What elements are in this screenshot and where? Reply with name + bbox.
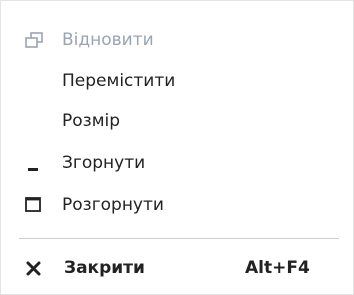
menu-item-move[interactable]: Перемістити — [1, 62, 353, 102]
menu-item-maximize-label: Розгорнути — [62, 195, 164, 215]
restore-icon — [25, 32, 43, 48]
menu-item-minimize[interactable]: Згорнути — [1, 144, 353, 184]
menu-item-restore-label: Відновити — [62, 30, 154, 50]
menu-item-close-shortcut: Alt+F4 — [245, 258, 310, 278]
menu-item-close-label: Закрити — [64, 258, 145, 278]
maximize-icon — [25, 197, 41, 212]
menu-item-close[interactable]: Закрити Alt+F4 — [1, 249, 353, 289]
menu-item-move-label: Перемістити — [62, 71, 176, 91]
menu-item-size[interactable]: Розмір — [1, 102, 353, 142]
menu-item-minimize-label: Згорнути — [62, 153, 146, 173]
menu-item-restore[interactable]: Відновити — [1, 21, 353, 61]
window-system-menu: Відновити Перемістити Розмір Згорнути Ро… — [0, 0, 354, 295]
menu-item-size-label: Розмір — [62, 111, 121, 131]
close-icon — [26, 261, 41, 276]
minimize-icon — [28, 168, 38, 171]
menu-item-maximize[interactable]: Розгорнути — [1, 186, 353, 226]
menu-separator — [19, 238, 339, 240]
